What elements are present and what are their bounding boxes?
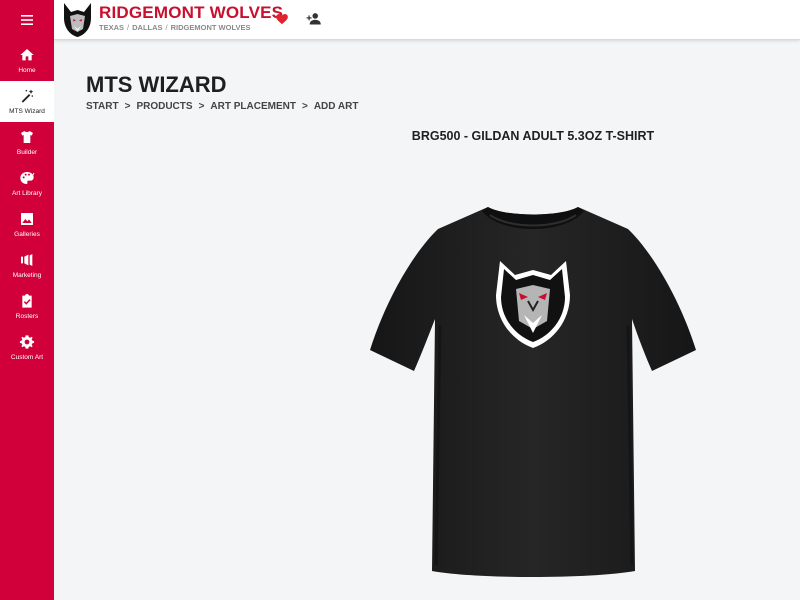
- tshirt-icon: [21, 131, 33, 143]
- sidebar-item-label: Custom Art: [10, 354, 44, 361]
- image-icon: [21, 213, 33, 225]
- sidebar-item-label: Art Library: [12, 190, 42, 197]
- sidebar-item-label: Home: [18, 67, 36, 74]
- location-breadcrumb: TEXAS / DALLAS / RIDGEMONT WOLVES: [99, 23, 251, 32]
- breadcrumb-item[interactable]: DALLAS: [132, 23, 162, 32]
- sidebar-item-label: MTS Wizard: [9, 108, 45, 115]
- step-add-art[interactable]: ADD ART: [314, 101, 359, 112]
- heart-icon[interactable]: [275, 12, 289, 26]
- top-header: RIDGEMONT WOLVES TEXAS / DALLAS / RIDGEMONT …: [54, 0, 800, 40]
- breadcrumb-item[interactable]: RIDGEMONT WOLVES: [171, 23, 251, 32]
- tshirt-preview[interactable]: [370, 205, 696, 577]
- sidebar: Home MTS Wizard Builder Art Library Gall…: [0, 0, 54, 600]
- breadcrumb-separator: /: [127, 23, 130, 32]
- magic-wand-icon: [21, 89, 34, 103]
- sidebar-item-label: Rosters: [15, 313, 39, 320]
- sidebar-item-label: Galleries: [14, 231, 40, 238]
- sidebar-item-marketing[interactable]: Marketing: [0, 245, 54, 286]
- sidebar-item-custom-art[interactable]: Custom Art: [0, 327, 54, 368]
- sidebar-item-label: Builder: [16, 149, 38, 156]
- breadcrumb-item[interactable]: TEXAS: [99, 23, 124, 32]
- sidebar-item-home[interactable]: Home: [0, 40, 54, 81]
- home-icon: [20, 49, 34, 61]
- megaphone-icon: [21, 254, 33, 266]
- breadcrumb-separator: /: [165, 23, 168, 32]
- step-products[interactable]: PRODUCTS: [136, 101, 192, 112]
- sidebar-item-art-library[interactable]: Art Library: [0, 163, 54, 204]
- sidebar-item-mts-wizard[interactable]: MTS Wizard: [0, 81, 54, 122]
- menu-button[interactable]: [0, 0, 54, 40]
- hamburger-menu-icon: [21, 15, 33, 25]
- product-title: BRG500 - GILDAN ADULT 5.3OZ T-SHIRT: [411, 129, 655, 143]
- gear-icon: [19, 335, 35, 349]
- team-name-title[interactable]: RIDGEMONT WOLVES: [99, 3, 283, 23]
- add-person-icon[interactable]: [306, 12, 322, 26]
- sidebar-item-label: Marketing: [12, 272, 42, 279]
- wizard-steps-breadcrumb: START > PRODUCTS > ART PLACEMENT > ADD A…: [86, 101, 358, 112]
- page-title: MTS WIZARD: [86, 72, 227, 97]
- sidebar-item-rosters[interactable]: Rosters: [0, 286, 54, 327]
- sidebar-item-builder[interactable]: Builder: [0, 122, 54, 163]
- sidebar-item-galleries[interactable]: Galleries: [0, 204, 54, 245]
- step-separator: >: [301, 101, 308, 112]
- step-separator: >: [198, 101, 205, 112]
- step-separator: >: [124, 101, 131, 112]
- team-logo[interactable]: [61, 2, 94, 38]
- step-start[interactable]: START: [86, 101, 119, 112]
- palette-icon: [20, 172, 35, 184]
- step-art-placement[interactable]: ART PLACEMENT: [210, 101, 296, 112]
- clipboard-check-icon: [22, 294, 32, 308]
- tshirt-body: [370, 207, 696, 577]
